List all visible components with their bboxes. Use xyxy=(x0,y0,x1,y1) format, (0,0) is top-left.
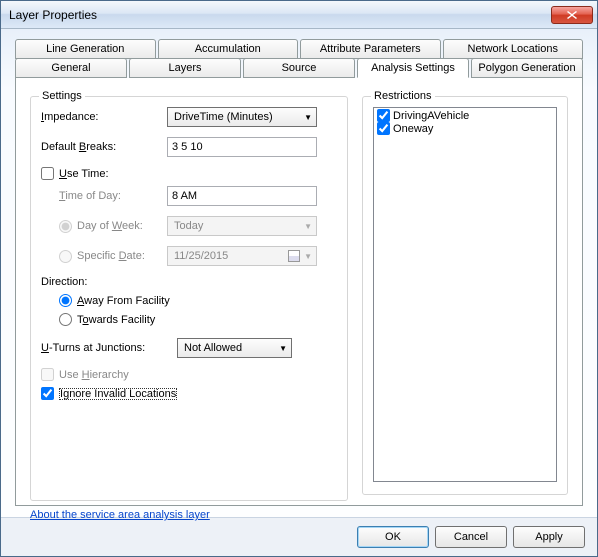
tab-panel: Settings Impedance: DriveTime (Minutes) … xyxy=(15,78,583,506)
impedance-select[interactable]: DriveTime (Minutes) ▼ xyxy=(167,107,317,127)
default-breaks-input[interactable] xyxy=(167,137,317,157)
tab-layers[interactable]: Layers xyxy=(129,58,241,78)
dialog-footer: OK Cancel Apply xyxy=(1,517,597,556)
restriction-item[interactable]: Oneway xyxy=(375,122,555,135)
towards-radio-input[interactable] xyxy=(59,313,72,326)
dialog-window: Layer Properties Line GenerationAccumula… xyxy=(0,0,598,557)
tab-network-locations[interactable]: Network Locations xyxy=(443,39,584,59)
specific-date-radio: Specific Date: xyxy=(41,250,161,263)
tab-line-generation[interactable]: Line Generation xyxy=(15,39,156,59)
use-time-label: Use Time: xyxy=(59,168,109,180)
about-link[interactable]: About the service area analysis layer xyxy=(30,509,210,521)
day-of-week-select: Today ▼ xyxy=(167,216,317,236)
towards-radio[interactable]: Towards Facility xyxy=(41,313,337,326)
restriction-checkbox[interactable] xyxy=(377,109,390,122)
specific-date-label: Specific Date: xyxy=(77,250,145,262)
restrictions-group-label: Restrictions xyxy=(371,90,434,102)
away-radio-input[interactable] xyxy=(59,294,72,307)
settings-group-label: Settings xyxy=(39,90,85,102)
specific-date-radio-input xyxy=(59,250,72,263)
window-title: Layer Properties xyxy=(9,8,551,22)
uturns-select[interactable]: Not Allowed ▼ xyxy=(177,338,292,358)
ignore-invalid-label: Ignore Invalid Locations xyxy=(59,388,177,400)
close-icon xyxy=(567,11,577,19)
tab-polygon-generation[interactable]: Polygon Generation xyxy=(471,58,583,78)
restriction-item[interactable]: DrivingAVehicle xyxy=(375,109,555,122)
restriction-checkbox[interactable] xyxy=(377,122,390,135)
use-hierarchy-check-input xyxy=(41,368,54,381)
content-area: Line GenerationAccumulationAttribute Par… xyxy=(1,29,597,517)
use-time-check-input[interactable] xyxy=(41,167,54,180)
use-hierarchy-checkbox: Use Hierarchy xyxy=(41,368,337,381)
impedance-value: DriveTime (Minutes) xyxy=(174,111,273,123)
time-of-day-label: Time of Day: xyxy=(41,190,161,202)
chevron-down-icon: ▼ xyxy=(304,222,312,231)
tab-source[interactable]: Source xyxy=(243,58,355,78)
tab-attribute-parameters[interactable]: Attribute Parameters xyxy=(300,39,441,59)
impedance-label: Impedance: xyxy=(41,111,161,123)
day-of-week-radio: Day of Week: xyxy=(41,220,161,233)
restriction-label: DrivingAVehicle xyxy=(393,110,469,122)
away-radio[interactable]: Away From Facility xyxy=(41,294,337,307)
day-of-week-label: Day of Week: xyxy=(77,220,143,232)
restrictions-listbox[interactable]: DrivingAVehicleOneway xyxy=(373,107,557,482)
chevron-down-icon: ▼ xyxy=(304,252,312,261)
away-label: Away From Facility xyxy=(77,295,170,307)
direction-label: Direction: xyxy=(41,276,337,288)
specific-date-picker: 11/25/2015 ▼ xyxy=(167,246,317,266)
day-of-week-radio-input xyxy=(59,220,72,233)
settings-group: Settings Impedance: DriveTime (Minutes) … xyxy=(30,96,348,501)
restrictions-column: Restrictions DrivingAVehicleOneway xyxy=(362,90,568,495)
tab-accumulation[interactable]: Accumulation xyxy=(158,39,299,59)
cancel-button[interactable]: Cancel xyxy=(435,526,507,548)
towards-label: Towards Facility xyxy=(77,314,155,326)
settings-column: Settings Impedance: DriveTime (Minutes) … xyxy=(30,90,348,495)
use-hierarchy-label: Use Hierarchy xyxy=(59,369,129,381)
close-button[interactable] xyxy=(551,6,593,24)
tab-general[interactable]: General xyxy=(15,58,127,78)
titlebar: Layer Properties xyxy=(1,1,597,29)
restriction-label: Oneway xyxy=(393,123,433,135)
chevron-down-icon: ▼ xyxy=(279,344,287,353)
tab-strip: Line GenerationAccumulationAttribute Par… xyxy=(15,39,583,79)
calendar-icon xyxy=(288,250,300,262)
time-of-day-input[interactable] xyxy=(167,186,317,206)
day-of-week-value: Today xyxy=(174,220,203,232)
tab-analysis-settings[interactable]: Analysis Settings xyxy=(357,58,469,78)
uturns-label: U-Turns at Junctions: xyxy=(41,342,171,354)
ignore-invalid-checkbox[interactable]: Ignore Invalid Locations xyxy=(41,387,337,400)
apply-button[interactable]: Apply xyxy=(513,526,585,548)
ignore-invalid-check-input[interactable] xyxy=(41,387,54,400)
restrictions-group: Restrictions DrivingAVehicleOneway xyxy=(362,96,568,495)
uturns-value: Not Allowed xyxy=(184,342,242,354)
specific-date-value: 11/25/2015 xyxy=(174,250,228,262)
chevron-down-icon: ▼ xyxy=(304,113,312,122)
default-breaks-label: Default Breaks: xyxy=(41,141,161,153)
ok-button[interactable]: OK xyxy=(357,526,429,548)
use-time-checkbox[interactable]: Use Time: xyxy=(41,167,337,180)
